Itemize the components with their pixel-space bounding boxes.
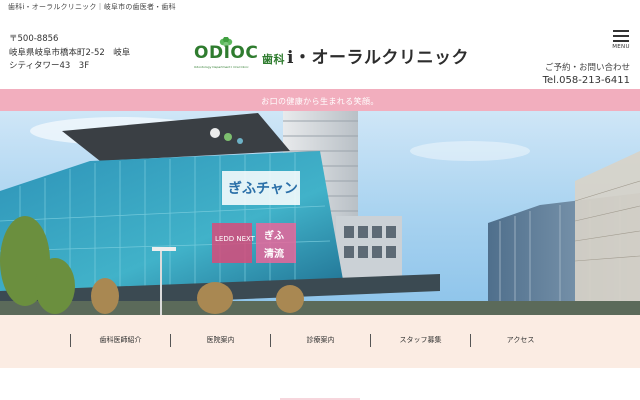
menu-button[interactable]: MENU	[607, 30, 635, 54]
clinic-address: 〒500-8856 岐阜県岐阜市橋本町2-52 岐阜 シティタワー43 3F	[9, 33, 130, 74]
site-tagline: 歯科i・オーラルクリニック｜岐阜市の歯医者・歯科	[8, 3, 176, 11]
sign-seiryu: 清流	[264, 247, 284, 260]
hamburger-icon	[613, 30, 629, 42]
contact-label: ご予約・お問い合わせ	[544, 63, 630, 73]
nav-item-treatment[interactable]: 診療案内	[270, 334, 370, 347]
nav-item-access[interactable]: アクセス	[470, 334, 570, 347]
sign-gifuchan: ぎふチャン	[228, 180, 298, 197]
clinic-name-prefix: 歯科	[262, 53, 285, 66]
clinic-name-main: i・オーラルクリニック	[287, 48, 469, 68]
main-navigation: 歯科医師紹介 医院案内 診療案内 スタッフ募集 アクセス	[0, 315, 640, 368]
logo-wordmark: ODIOC	[194, 43, 259, 63]
address-line-1: 岐阜県岐阜市橋本町2-52 岐阜	[9, 47, 131, 58]
phone-number[interactable]: Tel.058-213-6411	[543, 75, 630, 86]
nav-item-clinic-info[interactable]: 医院案内	[170, 334, 270, 347]
nav-item-dentists[interactable]: 歯科医師紹介	[70, 334, 170, 347]
nav-item-recruit[interactable]: スタッフ募集	[370, 334, 470, 347]
hero-image: ぎふチャン LEDD NEXT ぎふ 清流	[0, 111, 640, 315]
catchphrase-text: お口の健康から生まれる笑顔。	[261, 97, 379, 106]
clinic-logo[interactable]: ODIOC Odontology Department I Oral Clini…	[192, 37, 468, 73]
sign-next: LEDD NEXT	[215, 235, 256, 243]
building-photo: ぎふチャン LEDD NEXT ぎふ 清流	[0, 111, 640, 315]
catchphrase-banner: お口の健康から生まれる笑顔。	[0, 89, 640, 111]
logo-tagline: Odontology Department I Oral Clinic	[194, 65, 249, 69]
postal-code: 〒500-8856	[9, 34, 59, 44]
logo-mark: ODIOC Odontology Department I Oral Clini…	[192, 37, 258, 73]
content-area	[0, 368, 640, 400]
address-line-2: シティタワー43 3F	[9, 61, 90, 71]
clinic-name: 歯科 i・オーラルクリニック	[262, 43, 469, 68]
site-header: 〒500-8856 岐阜県岐阜市橋本町2-52 岐阜 シティタワー43 3F O…	[0, 13, 640, 89]
sign-gifu: ぎふ	[264, 229, 284, 242]
top-strip: 歯科i・オーラルクリニック｜岐阜市の歯医者・歯科	[0, 0, 640, 13]
menu-label: MENU	[612, 44, 630, 50]
